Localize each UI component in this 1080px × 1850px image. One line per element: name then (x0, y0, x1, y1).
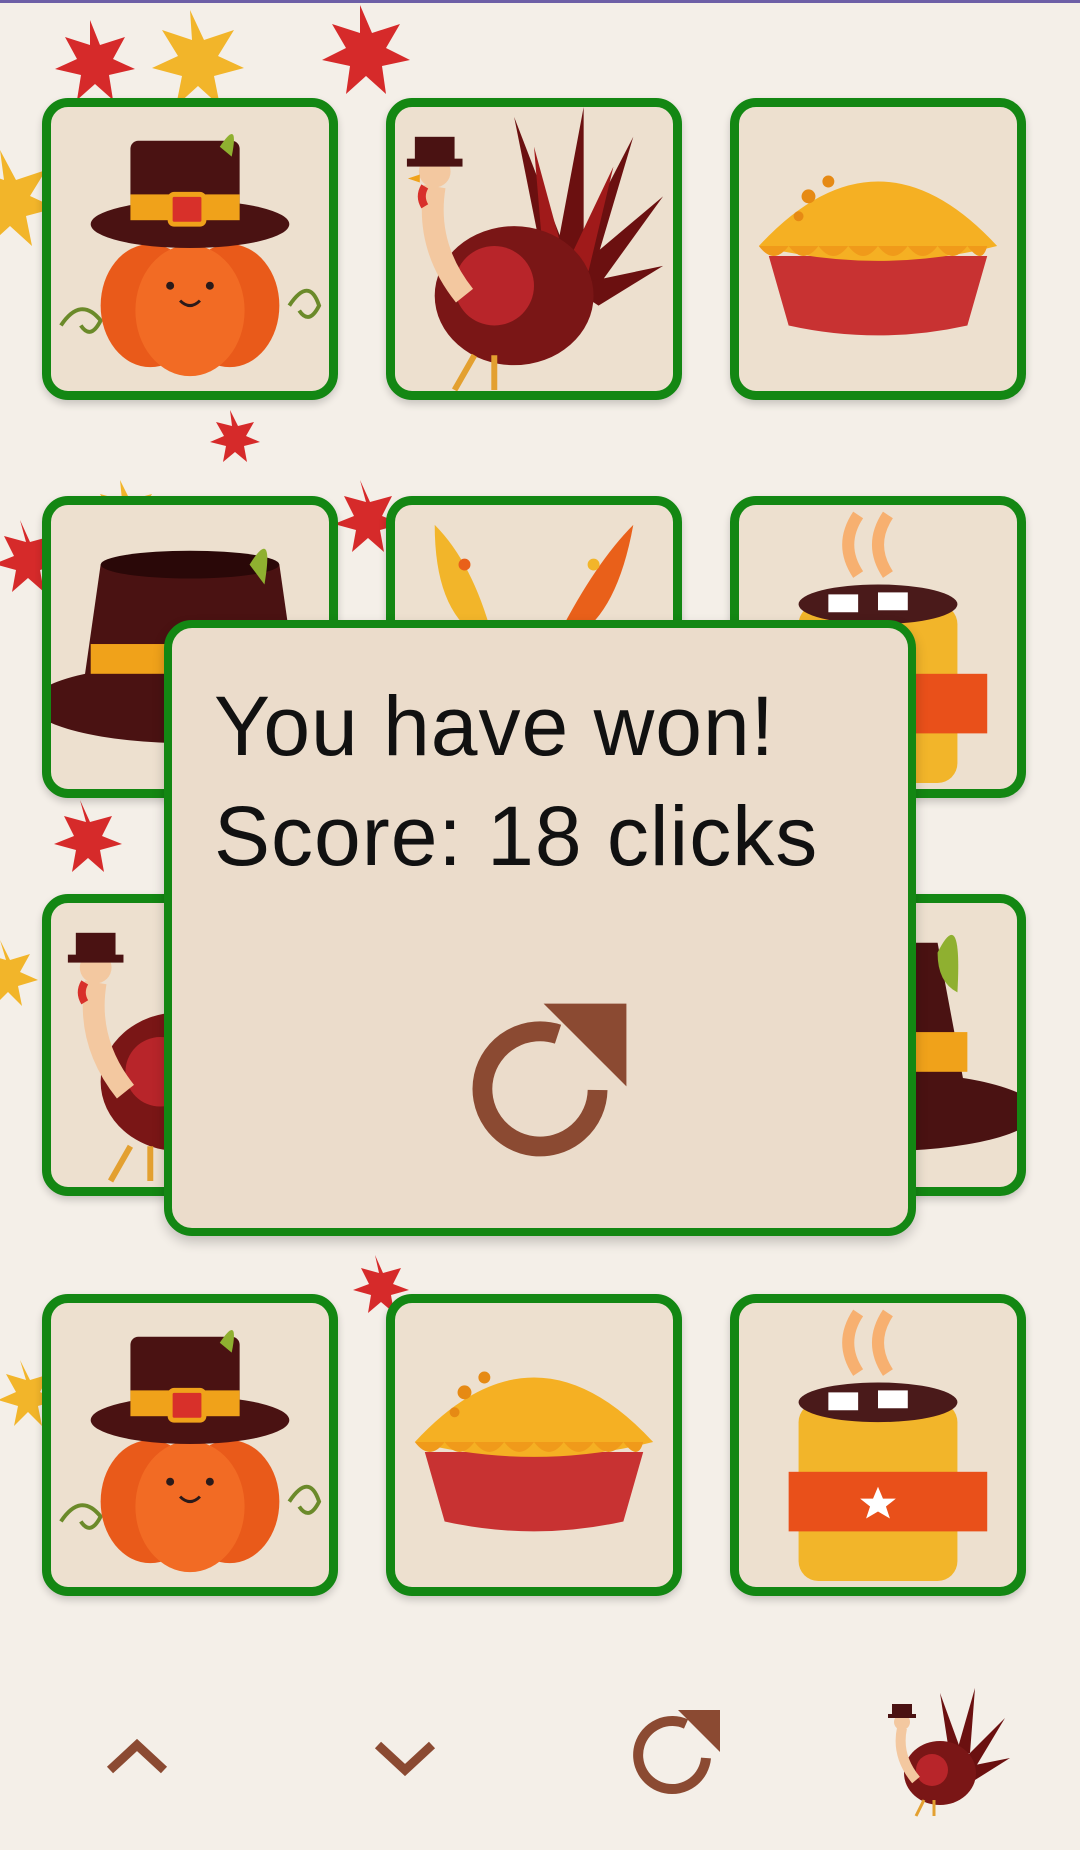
replay-icon[interactable] (450, 1000, 630, 1180)
pumpkin-pilgrim-hat-icon (59, 1329, 322, 1573)
pie-icon (414, 1371, 654, 1532)
win-message: You have won! (214, 679, 776, 773)
card-pumpkin-2[interactable] (42, 1294, 338, 1596)
score-text: Score: 18 clicks (214, 789, 819, 883)
chevron-down-icon[interactable] (350, 1700, 460, 1810)
pumpkin-pilgrim-hat-icon (59, 133, 322, 377)
card-hot-cocoa-2[interactable] (730, 1294, 1026, 1596)
card-turkey[interactable] (386, 98, 682, 400)
win-dialog: You have won! Score: 18 clicks (164, 620, 916, 1236)
pie-icon (758, 175, 998, 336)
bottom-toolbar (0, 1660, 1080, 1850)
turkey-icon (406, 107, 664, 391)
card-pie[interactable] (730, 98, 1026, 400)
hot-cocoa-icon (788, 1309, 988, 1582)
card-pie-2[interactable] (386, 1294, 682, 1596)
turkey-logo-icon[interactable] (880, 1688, 1010, 1818)
chevron-up-icon[interactable] (82, 1700, 192, 1810)
card-pumpkin[interactable] (42, 98, 338, 400)
refresh-icon[interactable] (620, 1700, 730, 1810)
